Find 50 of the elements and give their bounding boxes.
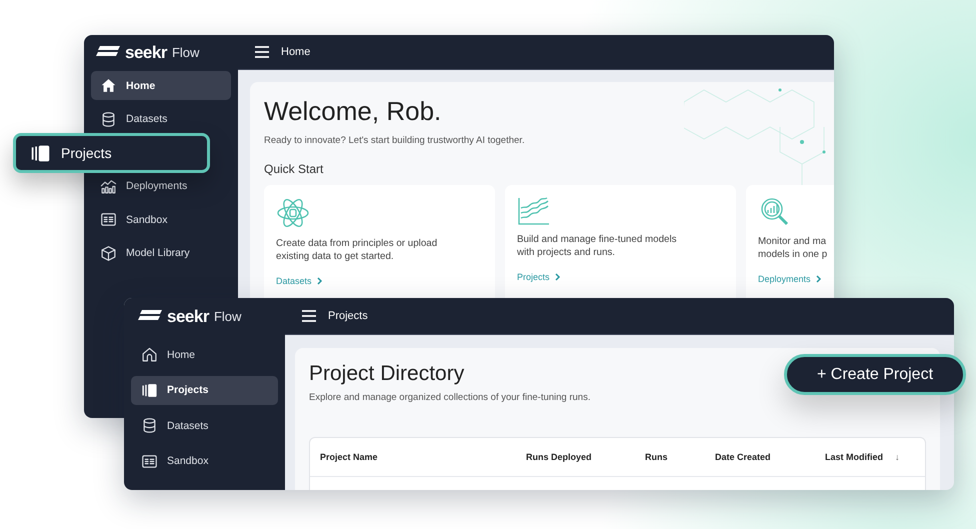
welcome-subtitle: Ready to innovate? Let's start building trustworthy AI together. xyxy=(264,135,525,146)
column-header[interactable]: Last Modified xyxy=(825,452,883,462)
chevron-icon xyxy=(554,273,561,281)
logo-icon xyxy=(138,310,162,323)
database-icon xyxy=(100,110,117,128)
sidebar-item[interactable]: Datasets xyxy=(91,104,231,134)
sidebar-item[interactable]: Projects xyxy=(131,376,278,404)
sidebar-item[interactable]: Sandbox xyxy=(131,446,278,476)
brand-name: seekr xyxy=(125,42,167,62)
home-icon xyxy=(141,346,158,363)
card-description: Create data from principles or upload existing data to get started. xyxy=(276,237,438,263)
card-description: Build and manage fine-tuned models with projects and runs. xyxy=(517,233,677,259)
section-heading: Quick Start xyxy=(264,162,324,176)
page-subtitle: Explore and manage organized collections of your fine-tuning runs. xyxy=(309,392,590,403)
cube-icon xyxy=(100,244,117,262)
sidebar-item[interactable]: Home xyxy=(91,71,231,100)
database-icon xyxy=(141,417,158,434)
menu-icon[interactable] xyxy=(255,46,269,58)
chevron-icon xyxy=(316,277,323,285)
column-header[interactable]: Date Created xyxy=(715,452,771,462)
sort-mark[interactable]: ↓ xyxy=(895,452,900,462)
welcome-heading: Welcome, Rob. xyxy=(264,96,442,127)
bar-chart-icon xyxy=(100,178,117,194)
line-chart-icon xyxy=(517,196,551,226)
create-project-button[interactable]: + Create Project xyxy=(784,354,966,395)
document-icon xyxy=(100,211,117,228)
panels-icon xyxy=(30,142,51,164)
sidebar-item[interactable]: Datasets xyxy=(131,411,278,440)
document-icon xyxy=(141,452,158,470)
product-name: Flow xyxy=(172,45,200,60)
sidebar-item[interactable]: Model Library xyxy=(91,238,231,268)
menu-icon[interactable] xyxy=(302,310,316,322)
column-header[interactable]: Runs Deployed xyxy=(526,452,592,462)
card-description: Monitor and ma models in one p xyxy=(758,235,828,261)
page-heading: Project Directory xyxy=(309,362,464,386)
atom-icon xyxy=(276,196,310,230)
sidebar-item[interactable]: Deployments xyxy=(91,172,231,200)
product-name: Flow xyxy=(214,309,242,324)
chevron-icon xyxy=(816,275,822,283)
sidebar-item[interactable]: Home xyxy=(131,340,278,369)
home-icon xyxy=(100,77,117,94)
sidebar-item[interactable]: Sandbox xyxy=(91,205,231,234)
column-header[interactable]: Project Name xyxy=(320,452,378,462)
brand-name: seekr xyxy=(167,306,209,326)
breadcrumb: Home xyxy=(281,46,310,58)
panels-icon xyxy=(141,382,158,398)
breadcrumb: Projects xyxy=(328,310,368,322)
logo-icon xyxy=(96,46,120,59)
projects-callout[interactable]: Projects xyxy=(13,133,210,173)
column-header[interactable]: Runs xyxy=(645,452,668,462)
